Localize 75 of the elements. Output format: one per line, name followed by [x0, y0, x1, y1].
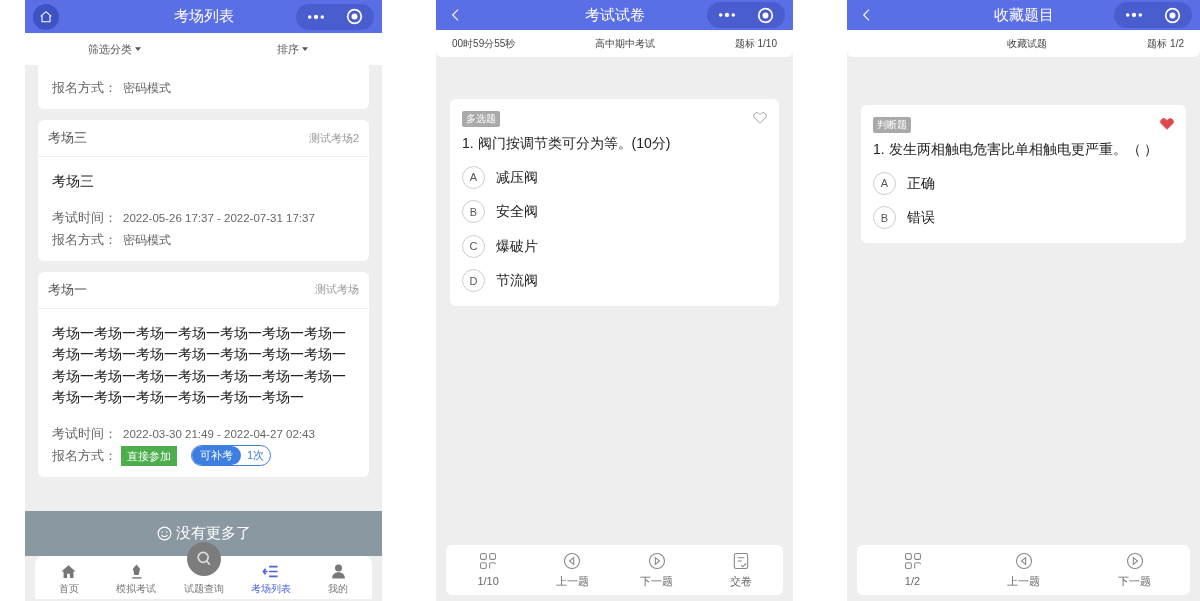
end-of-list-text: 没有更多了 — [175, 523, 251, 544]
info-text: 高中期中考试 — [595, 37, 656, 51]
home-icon — [38, 8, 54, 25]
exam-room-name: 考场三 — [48, 129, 87, 148]
field-label: 考试时间： — [52, 425, 117, 443]
target-icon[interactable] — [757, 6, 775, 24]
field-value: 2022-03-30 21:49 - 2022-04-27 02:43 — [123, 426, 315, 442]
retake-label: 可补考 — [192, 446, 241, 465]
question-type-tag: 判断题 — [873, 117, 911, 133]
exam-room-tag: 测试考场 — [315, 281, 359, 298]
field-value: 密码模式 — [123, 81, 171, 96]
home-button[interactable] — [33, 3, 59, 30]
answer-option[interactable]: C 爆破片 — [462, 229, 767, 264]
previous-icon — [562, 550, 583, 571]
caret-icon — [134, 47, 141, 51]
answer-option[interactable]: B 安全阀 — [462, 194, 767, 229]
info-text: 收藏试题 — [1007, 37, 1048, 51]
page-title: 收藏题目 — [993, 4, 1054, 25]
exam-card[interactable]: 报名方式： 密码模式 — [38, 65, 369, 109]
question-text: 1. 发生两相触电危害比单相触电更严重。（ ） — [873, 140, 1160, 159]
grid-icon — [902, 550, 923, 571]
tab-item[interactable]: 首页 — [58, 563, 79, 595]
tab-item[interactable]: 我的 — [328, 563, 349, 595]
field-value: 密码模式 — [123, 232, 171, 248]
exam-title: 考场一考场一考场一考场一考场一考场一考场一考场一考场一考场一考场一考场一考场一考场一考场一考场一考场一考场一考场一考场一考场一考场一考场一考场一考场一考场一考场一 — [52, 323, 347, 407]
page-title: 考试试卷 — [584, 4, 645, 25]
page-title: 考场列表 — [173, 6, 234, 27]
answer-option[interactable]: A 正确 — [873, 166, 1174, 201]
field-label: 报名方式： — [52, 447, 117, 465]
question-text: 1. 阀门按调节类可分为等。(10分) — [462, 134, 672, 153]
previous-icon — [1013, 550, 1034, 571]
user-icon — [329, 563, 347, 580]
field-value: 2022-05-26 17:37 - 2022-07-31 17:37 — [123, 210, 315, 226]
exam-card[interactable]: 考场三 测试考场2 考场三 考试时间： 2022-05-26 17:37 - 2022-07-31 17:37 报名方式： 密码模式 — [38, 120, 369, 261]
grid-icon — [478, 550, 499, 571]
question-type-tag: 多选题 — [462, 111, 500, 127]
more-icon[interactable] — [306, 13, 325, 20]
info-text: 题标 1/2 — [1147, 37, 1184, 51]
more-icon[interactable] — [1124, 12, 1143, 18]
field-label: 报名方式： — [52, 80, 117, 97]
target-icon[interactable] — [346, 8, 364, 25]
next-icon — [646, 550, 667, 571]
toolbar-button[interactable]: 1/10 — [446, 545, 531, 595]
toolbar-button[interactable]: 上一题 — [968, 545, 1079, 595]
caret-icon — [302, 47, 309, 51]
list-icon — [262, 563, 280, 580]
toolbar-button[interactable]: 下一题 — [614, 545, 699, 595]
home-icon — [60, 563, 78, 580]
smiley-icon — [156, 526, 172, 541]
field-label: 考试时间： — [52, 209, 117, 227]
answer-option[interactable]: D 节流阀 — [462, 263, 767, 298]
exam-card[interactable]: 考场一 测试考场 考场一考场一考场一考场一考场一考场一考场一考场一考场一考场一考场一考场一考场一考场一考场一考场一考场一考场一考场一考场一考场一考场一考场一考场一考场一考场一考场一 考试时间： 2022-03-30 21:49 - 2022-04-27 02:43 报名方式： 直接参加 可补考 1次 — [38, 271, 369, 477]
field-label: 报名方式： — [52, 231, 117, 249]
toolbar-button[interactable]: 上一题 — [530, 545, 615, 595]
exam-title: 考场三 — [52, 172, 95, 191]
exam-room-tag: 测试考场2 — [308, 129, 359, 147]
more-icon[interactable] — [717, 12, 736, 18]
info-text: 00时59分55秒 — [452, 37, 516, 51]
filter-dropdown[interactable]: 筛选分类 — [87, 40, 141, 58]
next-icon — [1124, 550, 1145, 571]
join-badge: 直接参加 — [121, 445, 177, 466]
heart-icon[interactable] — [1160, 117, 1174, 130]
exam-room-name: 考场一 — [48, 280, 87, 299]
answer-option[interactable]: B 错误 — [873, 200, 1174, 235]
answer-option[interactable]: A 减压阀 — [462, 160, 767, 195]
filter-dropdown[interactable]: 排序 — [277, 40, 309, 58]
toolbar-button[interactable]: 1/2 — [857, 545, 968, 595]
target-icon[interactable] — [1164, 6, 1182, 24]
toolbar-button[interactable]: 交卷 — [698, 545, 783, 595]
toolbar-button[interactable]: 下一题 — [1079, 545, 1190, 595]
retake-count: 1次 — [246, 448, 266, 463]
tab-item[interactable]: 考场列表 — [250, 563, 291, 595]
info-text: 题标 1/10 — [734, 37, 777, 51]
tab-item[interactable]: 试题查询 — [183, 580, 224, 595]
tab-item[interactable]: 模拟考试 — [116, 563, 157, 595]
